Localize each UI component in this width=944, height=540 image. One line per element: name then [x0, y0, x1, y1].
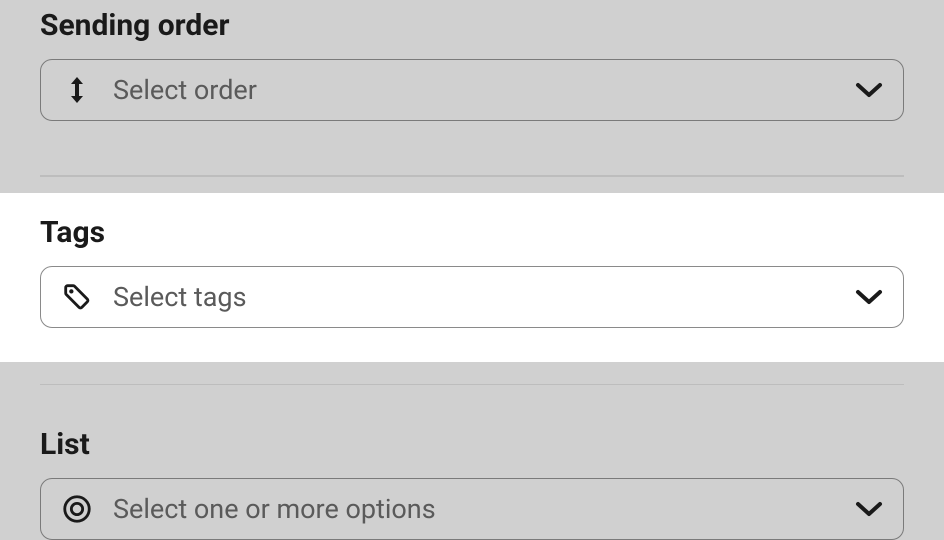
list-label: List	[40, 427, 904, 478]
chevron-down-icon	[855, 289, 883, 305]
tags-label: Tags	[40, 193, 904, 266]
sending-order-select[interactable]: Select order	[40, 59, 904, 121]
sending-order-placeholder: Select order	[113, 74, 855, 106]
up-down-arrow-icon	[61, 74, 93, 106]
tags-select[interactable]: Select tags	[40, 266, 904, 328]
list-select[interactable]: Select one or more options	[40, 478, 904, 540]
chevron-down-icon	[855, 82, 883, 98]
tags-section: Tags Select tags	[0, 193, 944, 362]
list-placeholder: Select one or more options	[113, 493, 855, 525]
target-icon	[61, 493, 93, 525]
tags-placeholder: Select tags	[113, 281, 855, 313]
sending-order-label: Sending order	[40, 0, 904, 59]
chevron-down-icon	[855, 501, 883, 517]
tag-icon	[61, 281, 93, 313]
sending-order-section: Sending order Select order	[0, 0, 944, 175]
list-section: List Select one or more options	[0, 385, 944, 540]
